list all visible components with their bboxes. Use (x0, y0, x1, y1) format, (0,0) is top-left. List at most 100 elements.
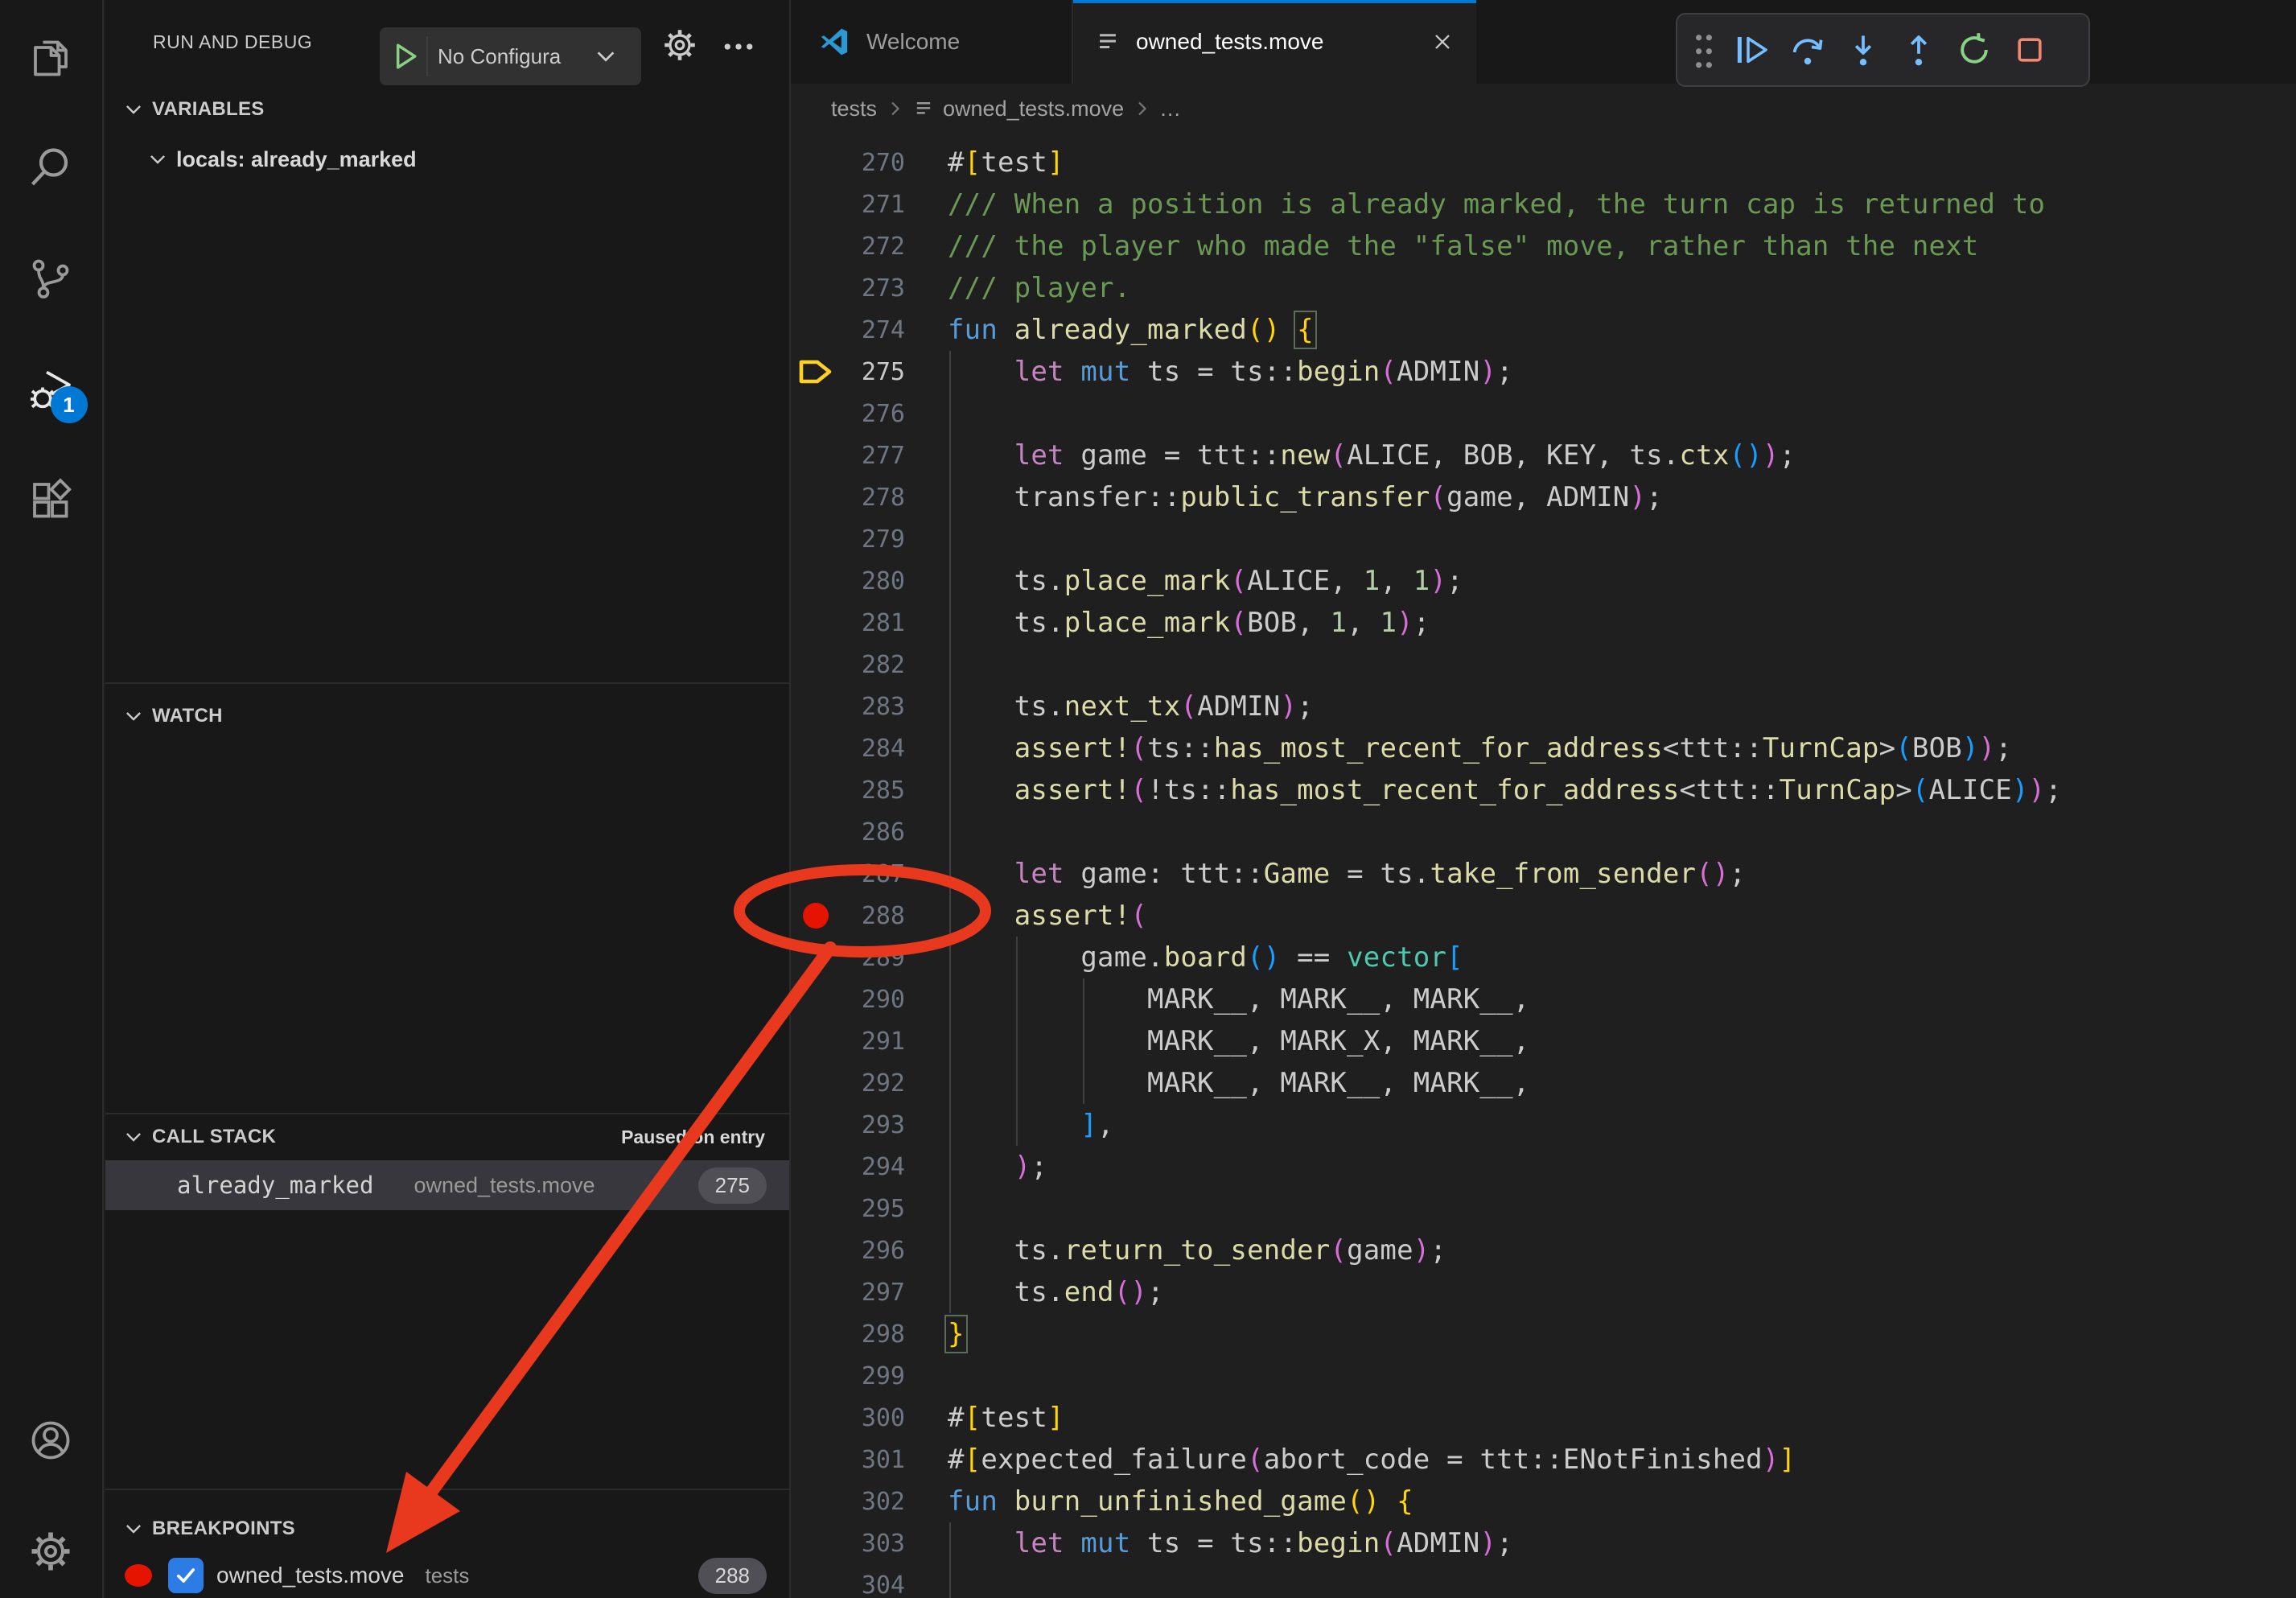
gutter-glyph-margin[interactable] (791, 895, 841, 937)
more-actions-icon[interactable] (721, 29, 756, 64)
gutter-glyph-margin[interactable] (791, 1439, 841, 1481)
breadcrumb-folder[interactable]: tests (831, 97, 877, 121)
gutter-glyph-margin[interactable] (791, 309, 841, 351)
breadcrumb-symbol[interactable]: … (1159, 97, 1181, 121)
breakpoint-checkbox[interactable] (168, 1558, 204, 1593)
gutter-glyph-margin[interactable] (791, 560, 841, 602)
locals-tree-item[interactable]: locals: already_marked (105, 137, 789, 182)
code-text[interactable]: assert!(!ts::has_most_recent_for_address… (948, 769, 2062, 811)
gutter-glyph-margin[interactable] (791, 978, 841, 1020)
code-text[interactable]: let game: ttt::Game = ts.take_from_sende… (948, 853, 1746, 895)
code-text[interactable]: ts.place_mark(ALICE, 1, 1); (948, 560, 1463, 602)
gutter-glyph-margin[interactable] (791, 225, 841, 267)
gutter-glyph-margin[interactable] (791, 602, 841, 644)
debug-settings-gear-icon[interactable] (660, 26, 699, 64)
code-text[interactable]: /// the player who made the "false" move… (948, 225, 1979, 267)
code-text[interactable]: let game = ttt::new(ALICE, BOB, KEY, ts.… (948, 435, 1796, 476)
toolbar-drag-grip-icon[interactable] (1690, 27, 1718, 72)
step-over-button[interactable] (1787, 29, 1829, 71)
breakpoint-list-item[interactable]: owned_tests.move tests 288 (105, 1553, 789, 1598)
gutter-glyph-margin[interactable] (791, 1104, 841, 1146)
restart-button[interactable] (1953, 29, 1995, 71)
gutter-glyph-margin[interactable] (791, 1146, 841, 1188)
code-text[interactable]: ); (948, 1146, 1047, 1188)
activity-bar-item-account[interactable] (27, 1416, 75, 1464)
tab-owned-tests-move[interactable]: owned_tests.move (1073, 0, 1476, 84)
code-text[interactable]: #[test] (948, 1397, 1064, 1439)
gutter-glyph-margin[interactable] (791, 1229, 841, 1271)
gutter-glyph-margin[interactable] (791, 518, 841, 560)
gutter-glyph-margin[interactable] (791, 853, 841, 895)
activity-bar-item-run-and-debug[interactable]: 1 (27, 365, 75, 414)
code-text[interactable]: ts.next_tx(ADMIN); (948, 686, 1314, 727)
start-debugging-icon[interactable] (386, 39, 422, 74)
activity-bar-item-settings[interactable] (27, 1527, 75, 1575)
gutter-glyph-margin[interactable] (791, 1564, 841, 1598)
gutter-glyph-margin[interactable] (791, 1522, 841, 1564)
code-text[interactable]: ], (948, 1104, 1114, 1146)
gutter-glyph-margin[interactable] (791, 267, 841, 309)
call-stack-section-header[interactable]: CALL STACK Paused on entry (105, 1114, 789, 1159)
breadcrumb-file[interactable]: owned_tests.move (943, 97, 1124, 121)
line-number: 296 (841, 1237, 905, 1265)
gutter-glyph-margin[interactable] (791, 937, 841, 978)
code-text[interactable]: #[test] (948, 142, 1064, 183)
close-icon[interactable] (1430, 29, 1455, 55)
gutter-glyph-margin[interactable] (791, 1313, 841, 1355)
code-text[interactable]: /// player. (948, 267, 1130, 309)
line-number: 303 (841, 1530, 905, 1558)
code-text[interactable]: assert!(ts::has_most_recent_for_address<… (948, 727, 2012, 769)
gutter-glyph-margin[interactable] (791, 1020, 841, 1062)
call-stack-frame[interactable]: already_marked owned_tests.move 275 (105, 1160, 789, 1210)
gutter-glyph-margin[interactable] (791, 1062, 841, 1104)
gutter-glyph-margin[interactable] (791, 393, 841, 435)
code-text[interactable]: /// When a position is already marked, t… (948, 183, 2045, 225)
gutter-glyph-margin[interactable] (791, 727, 841, 769)
code-text[interactable]: assert!( (948, 895, 1147, 937)
variables-section-header[interactable]: VARIABLES (105, 87, 789, 132)
code-text[interactable]: MARK__, MARK__, MARK__, (948, 1062, 1529, 1104)
code-editor[interactable]: 270#[test]271/// When a position is alre… (791, 134, 2296, 1598)
code-text[interactable]: MARK__, MARK__, MARK__, (948, 978, 1529, 1020)
code-text[interactable]: game.board() == vector[ (948, 937, 1463, 978)
code-text[interactable]: let mut ts = ts::begin(ADMIN); (948, 1522, 1513, 1564)
gutter-glyph-margin[interactable] (791, 351, 841, 393)
code-text[interactable]: MARK__, MARK_X, MARK__, (948, 1020, 1529, 1062)
step-out-button[interactable] (1898, 29, 1940, 71)
chevron-right-icon (885, 99, 904, 118)
gutter-glyph-margin[interactable] (791, 142, 841, 183)
debug-configuration-dropdown[interactable]: No Configura (380, 27, 641, 85)
tab-welcome[interactable]: Welcome (791, 0, 1073, 84)
gutter-glyph-margin[interactable] (791, 686, 841, 727)
code-text[interactable]: fun already_marked() { (948, 309, 1314, 351)
gutter-glyph-margin[interactable] (791, 183, 841, 225)
code-text[interactable]: let mut ts = ts::begin(ADMIN); (948, 351, 1513, 393)
activity-bar-item-search[interactable] (27, 143, 75, 192)
breakpoints-section-header[interactable]: BREAKPOINTS (105, 1506, 789, 1551)
code-text[interactable]: ts.place_mark(BOB, 1, 1); (948, 602, 1430, 644)
gutter-glyph-margin[interactable] (791, 1481, 841, 1522)
code-text[interactable]: #[expected_failure(abort_code = ttt::ENo… (948, 1439, 1796, 1481)
activity-bar-item-source-control[interactable] (27, 254, 75, 303)
activity-bar-item-explorer[interactable] (27, 32, 75, 80)
continue-button[interactable] (1731, 29, 1773, 71)
activity-bar-item-extensions[interactable] (27, 476, 75, 525)
gutter-glyph-margin[interactable] (791, 811, 841, 853)
gutter-glyph-margin[interactable] (791, 476, 841, 518)
code-text[interactable]: } (948, 1313, 965, 1355)
gutter-glyph-margin[interactable] (791, 435, 841, 476)
step-into-button[interactable] (1842, 29, 1884, 71)
gutter-glyph-margin[interactable] (791, 1355, 841, 1397)
code-text[interactable]: ts.return_to_sender(game); (948, 1229, 1446, 1271)
gutter-glyph-margin[interactable] (791, 1271, 841, 1313)
watch-section-header[interactable]: WATCH (105, 694, 789, 739)
code-text[interactable]: ts.end(); (948, 1271, 1164, 1313)
gutter-glyph-margin[interactable] (791, 769, 841, 811)
code-text[interactable]: fun burn_unfinished_game() { (948, 1481, 1413, 1522)
line-number: 271 (841, 191, 905, 219)
stop-button[interactable] (2009, 29, 2051, 71)
gutter-glyph-margin[interactable] (791, 1397, 841, 1439)
gutter-glyph-margin[interactable] (791, 644, 841, 686)
code-text[interactable]: transfer::public_transfer(game, ADMIN); (948, 476, 1663, 518)
gutter-glyph-margin[interactable] (791, 1188, 841, 1229)
